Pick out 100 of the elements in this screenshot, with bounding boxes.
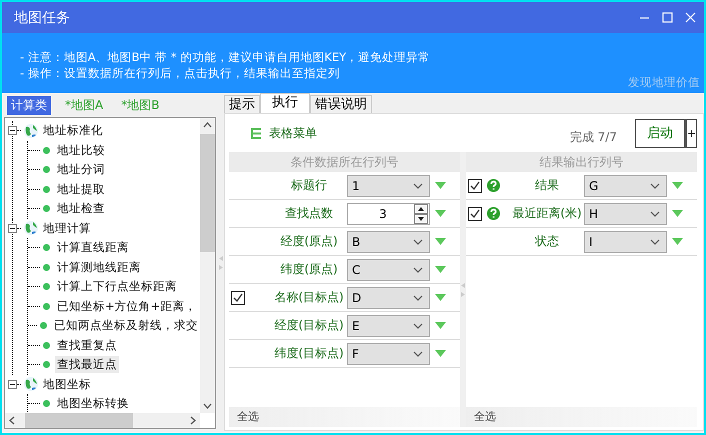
chevron-down-icon	[413, 294, 423, 300]
column-dropdown[interactable]: I	[584, 230, 667, 252]
table-icon	[251, 128, 261, 138]
dot-icon	[43, 361, 50, 368]
tab[interactable]: 提示	[224, 95, 260, 113]
field-label: 纬度(原点)	[279, 261, 339, 278]
start-button[interactable]: 启动	[635, 118, 685, 148]
tree-item[interactable]: 已知坐标+方位角+距离，	[55, 298, 198, 315]
chevron-down-icon	[650, 238, 660, 244]
column-dropdown[interactable]: E	[347, 314, 430, 336]
globe-icon	[23, 376, 39, 392]
spinner-icon[interactable]	[414, 204, 428, 224]
tree-group[interactable]: 地址标准化	[43, 123, 103, 138]
column-dropdown[interactable]: F	[347, 342, 430, 364]
field-label: 名称(目标点)	[273, 289, 345, 306]
select-all-link[interactable]: 全选	[237, 410, 259, 423]
dot-icon	[43, 264, 50, 271]
progress-text: 完成 7/7	[570, 128, 617, 146]
category-tab[interactable]: 计算类	[7, 96, 51, 114]
column-dropdown[interactable]: H	[584, 202, 667, 224]
number-field[interactable]: 3	[347, 202, 430, 224]
splitter-handle-icon[interactable]	[461, 282, 465, 296]
tree-item[interactable]: 地图坐标转换	[55, 395, 131, 412]
dot-icon	[43, 342, 50, 349]
table-menu[interactable]: 表格菜单	[269, 124, 317, 142]
chevron-down-icon	[413, 266, 423, 272]
column-dropdown[interactable]: D	[347, 286, 430, 308]
triangle-icon[interactable]	[435, 266, 446, 273]
help-icon[interactable]	[487, 179, 500, 192]
triangle-icon[interactable]	[435, 210, 446, 217]
column-dropdown[interactable]: G	[584, 174, 667, 196]
globe-icon	[23, 122, 39, 139]
tab[interactable]: 执行	[260, 93, 310, 113]
triangle-icon[interactable]	[435, 322, 446, 329]
tree-group[interactable]: 地图坐标	[43, 376, 91, 392]
note-text: - 注意：地图A、地图B中 带 * 的功能，建议申请自用地图KEY，避免处理异常	[20, 49, 432, 65]
tree-item[interactable]: 计算上下行点坐标距离	[55, 278, 179, 296]
horizontal-scrollbar[interactable]	[5, 413, 200, 428]
panel-header: 条件数据所在行列号	[229, 152, 460, 172]
field-label: 最近距离(米)	[511, 205, 583, 222]
help-icon[interactable]	[487, 207, 500, 220]
chevron-down-icon	[413, 238, 423, 244]
field-label: 纬度(目标点)	[273, 345, 345, 362]
tree-item[interactable]: 计算测地线距离	[55, 258, 143, 276]
dot-icon	[43, 166, 50, 174]
tree-item[interactable]: 计算直线距离	[55, 239, 131, 256]
dot-icon	[43, 400, 50, 408]
dot-icon	[43, 302, 50, 310]
triangle-icon[interactable]	[672, 182, 683, 189]
column-dropdown[interactable]: B	[347, 230, 430, 252]
tree-item[interactable]: 地址检查	[55, 200, 107, 218]
tree-item[interactable]: 地址分词	[55, 161, 107, 178]
chevron-down-icon	[413, 350, 423, 356]
dot-icon	[43, 283, 50, 290]
chevron-down-icon	[650, 210, 660, 216]
tree-item[interactable]: 查找最近点	[55, 356, 119, 374]
dot-icon	[43, 205, 50, 212]
tree-item[interactable]: 地址提取	[55, 180, 107, 198]
checkbox[interactable]	[468, 206, 482, 220]
vertical-scrollbar[interactable]	[200, 118, 215, 413]
triangle-icon[interactable]	[672, 238, 683, 245]
close-icon[interactable]	[685, 12, 696, 23]
collapse-icon[interactable]	[8, 224, 17, 233]
collapse-icon[interactable]	[8, 380, 17, 389]
field-label: 经度(原点)	[279, 233, 339, 250]
triangle-icon[interactable]	[672, 210, 683, 217]
triangle-icon[interactable]	[435, 350, 446, 357]
field-label: 经度(目标点)	[273, 317, 345, 334]
tab[interactable]: 错误说明	[310, 95, 372, 113]
scroll-left-icon[interactable]	[9, 416, 15, 425]
chevron-down-icon	[650, 182, 660, 188]
scroll-down-icon[interactable]	[203, 403, 212, 409]
field-label: 查找点数	[284, 205, 334, 222]
column-dropdown[interactable]: C	[347, 258, 430, 280]
field-label: 标题行	[290, 177, 328, 194]
dot-icon	[43, 146, 50, 154]
triangle-icon[interactable]	[435, 238, 446, 245]
slogan: 发现地理价值	[628, 75, 700, 90]
window-title: 地图任务	[14, 8, 71, 26]
triangle-icon[interactable]	[435, 182, 446, 189]
tree-item[interactable]: 地址比较	[55, 142, 107, 159]
triangle-icon[interactable]	[435, 294, 446, 301]
scroll-right-icon[interactable]	[190, 416, 196, 425]
tree-group[interactable]: 地理计算	[43, 220, 91, 236]
column-dropdown[interactable]: 1	[347, 174, 430, 196]
dot-icon	[40, 322, 47, 330]
dot-icon	[43, 186, 50, 193]
checkbox[interactable]	[231, 290, 245, 304]
collapse-icon[interactable]	[8, 126, 17, 136]
scroll-up-icon[interactable]	[203, 122, 212, 128]
maximize-icon[interactable]	[662, 12, 673, 23]
select-all-link[interactable]: 全选	[474, 410, 496, 423]
checkbox[interactable]	[468, 178, 482, 192]
chevron-down-icon	[413, 322, 423, 328]
dot-icon	[43, 244, 50, 252]
more-button[interactable]: +	[685, 118, 697, 148]
tree-item[interactable]: 已知两点坐标及射线，求交	[52, 317, 200, 334]
tree-item[interactable]: 查找重复点	[55, 336, 119, 354]
chevron-down-icon	[413, 182, 423, 188]
globe-icon	[23, 220, 39, 236]
